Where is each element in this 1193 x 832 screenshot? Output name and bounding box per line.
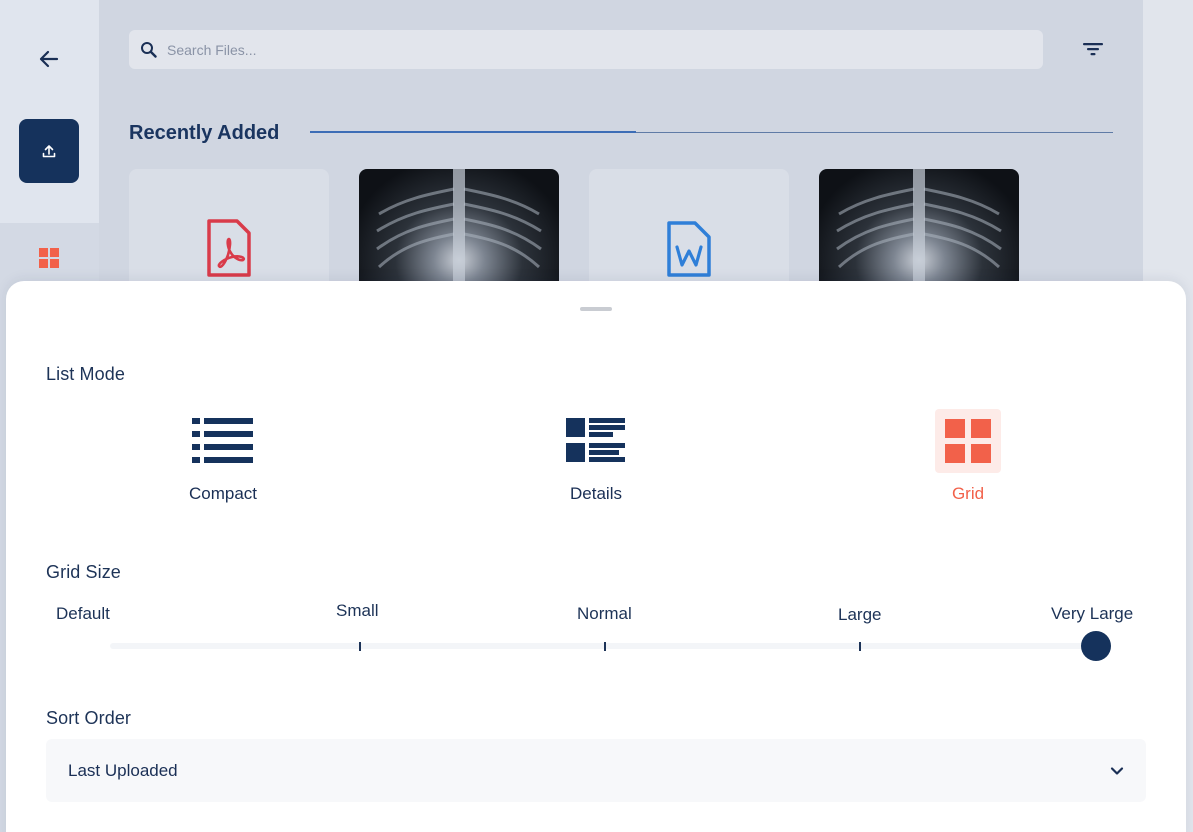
filter-icon (1083, 43, 1103, 56)
search-icon (141, 42, 157, 58)
list-mode-grid[interactable]: Grid (898, 409, 1038, 504)
grid-size-stop-small[interactable]: Small (336, 601, 379, 621)
list-mode-details[interactable]: Details (526, 409, 666, 504)
view-options-sheet: List Mode Compact Details Grid Grid Size… (6, 281, 1186, 832)
xray-image (836, 169, 1002, 299)
file-card-pdf[interactable] (129, 169, 329, 299)
list-mode-title: List Mode (46, 364, 125, 384)
grid-size-slider-thumb[interactable] (1081, 631, 1111, 661)
search-input[interactable] (167, 41, 1027, 58)
chevron-down-icon (1110, 766, 1124, 775)
slider-tick (359, 642, 361, 651)
details-list-icon (563, 409, 629, 473)
back-button[interactable] (34, 44, 64, 74)
mode-label-compact: Compact (188, 484, 258, 503)
grid-nav-icon[interactable] (39, 248, 59, 268)
file-card-image[interactable] (359, 169, 559, 299)
slider-tick (604, 642, 606, 651)
grid-size-title: Grid Size (46, 562, 121, 582)
upload-button[interactable] (19, 119, 79, 183)
grid-size-slider[interactable] (110, 643, 1096, 649)
sort-order-select[interactable]: Last Uploaded (46, 739, 1146, 802)
filter-button[interactable] (1080, 38, 1106, 60)
pdf-file-icon (207, 219, 251, 277)
grid-size-stop-normal[interactable]: Normal (577, 604, 632, 624)
search-bar[interactable] (129, 30, 1043, 69)
word-file-icon (667, 221, 711, 277)
list-mode-compact[interactable]: Compact (153, 409, 293, 504)
mode-label-details: Details (570, 484, 622, 503)
section-title: Recently Added (129, 122, 280, 144)
section-divider-accent (310, 131, 636, 133)
sheet-drag-handle[interactable] (580, 307, 612, 311)
xray-image (376, 169, 542, 299)
grid-size-stop-large[interactable]: Large (838, 605, 881, 625)
grid-view-icon (935, 409, 1001, 473)
sort-order-title: Sort Order (46, 708, 132, 728)
grid-size-stop-very-large[interactable]: Very Large (1051, 604, 1133, 624)
grid-size-stop-default[interactable]: Default (56, 604, 110, 624)
sidebar-top-panel (0, 0, 99, 223)
compact-list-icon (190, 409, 256, 473)
sort-order-value: Last Uploaded (68, 760, 178, 780)
file-card-word[interactable] (589, 169, 789, 299)
upload-icon (42, 145, 56, 158)
slider-tick (859, 642, 861, 651)
mode-label-grid: Grid (951, 484, 985, 503)
file-card-image[interactable] (819, 169, 1019, 299)
arrow-left-icon (39, 50, 59, 68)
